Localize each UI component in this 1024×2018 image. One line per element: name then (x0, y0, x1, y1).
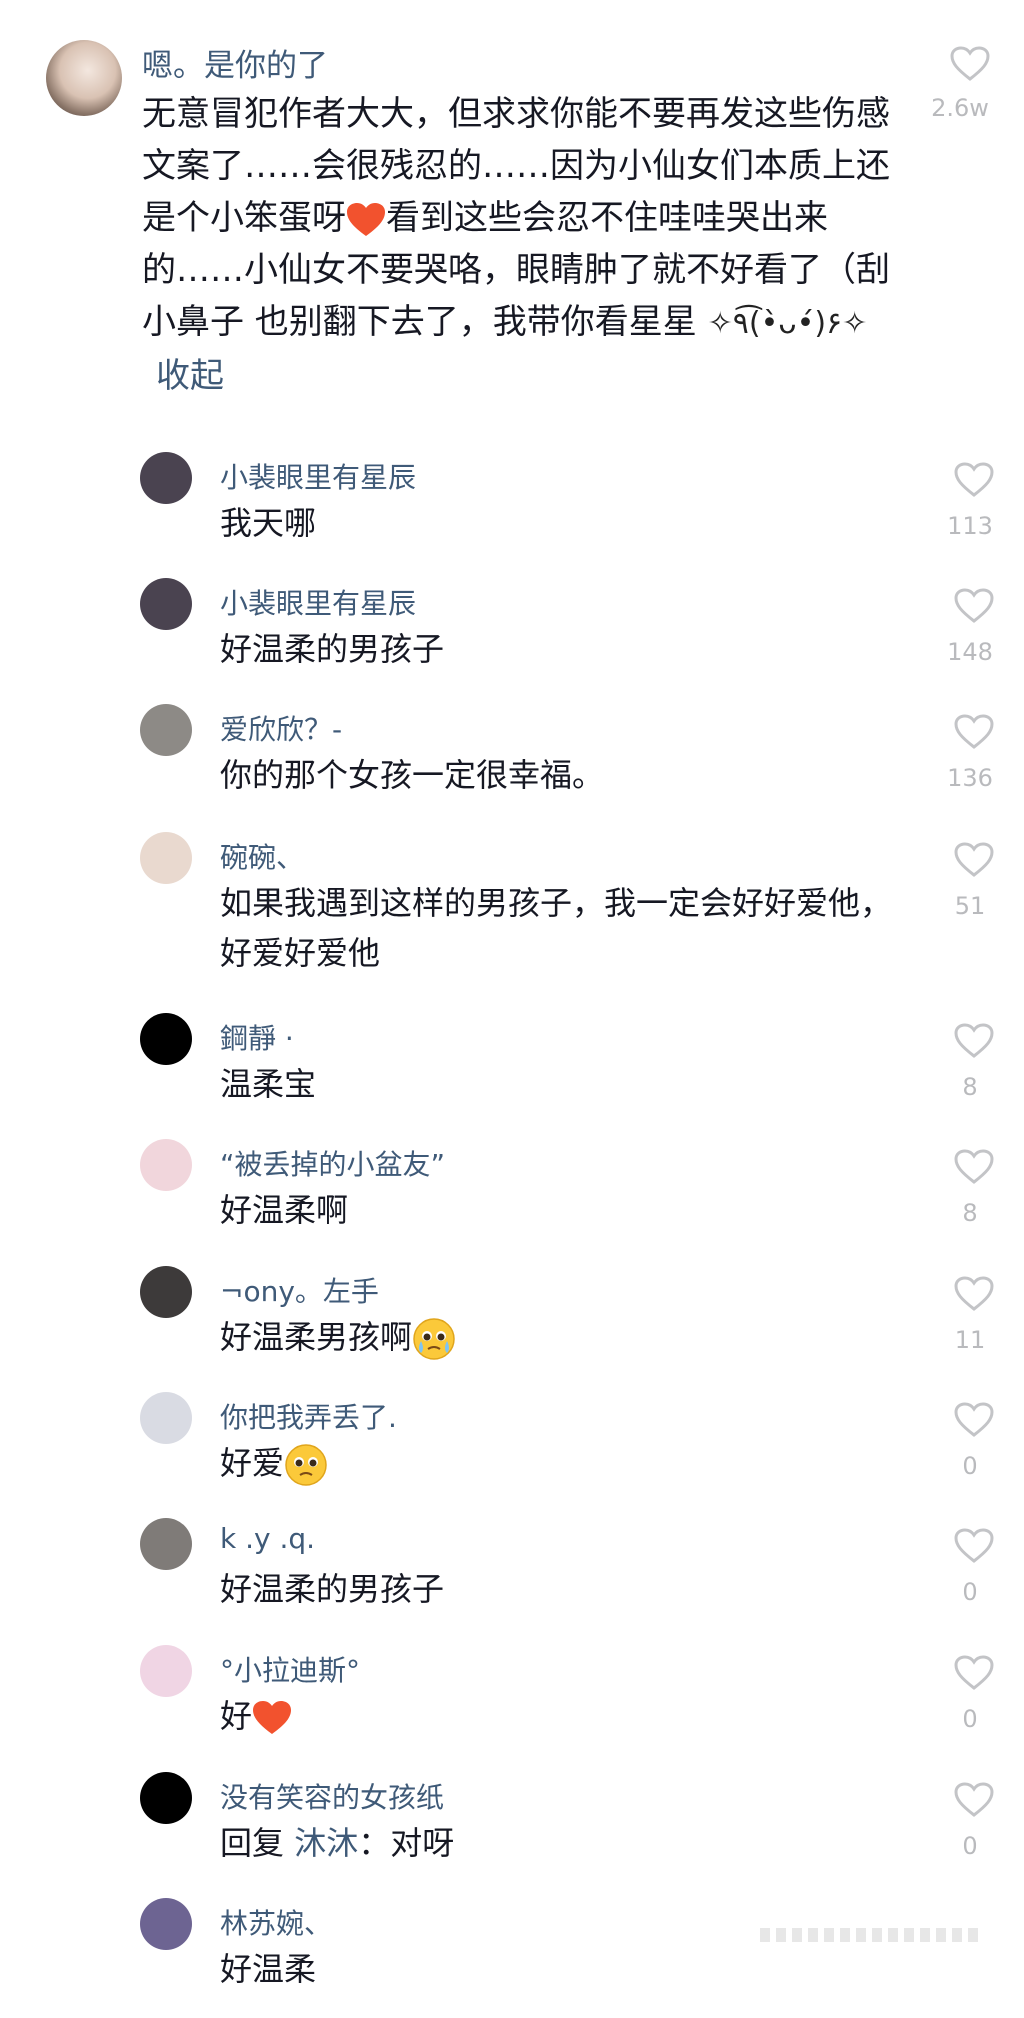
reply-item: 你把我弄丢了. 好爱 0 (0, 1392, 1024, 1512)
reply-avatar[interactable] (140, 452, 192, 504)
reply-avatar[interactable] (140, 1013, 192, 1065)
main-comment-text: 无意冒犯作者大大，但求求你能不要再发这些伤感文案了……会很残忍的……因为小仙女们… (142, 94, 890, 396)
reply-text: 我天哪 (220, 504, 317, 542)
heart-outline-icon[interactable] (950, 46, 990, 82)
reply-avatar[interactable] (140, 1772, 192, 1824)
reply-author[interactable]: 小裴眼里有星辰 (220, 582, 416, 622)
heart-outline-icon[interactable] (954, 714, 994, 754)
reply-avatar[interactable] (140, 832, 192, 884)
reply-avatar[interactable] (140, 1645, 192, 1697)
reply-author[interactable]: ¬ony。左手 (220, 1270, 379, 1310)
heart-outline-icon[interactable] (954, 1402, 994, 1442)
red-heart-emoji (253, 1701, 292, 1734)
like-count: 148 (947, 638, 993, 666)
reply-item: 小裴眼里有星辰 我天哪 113 (0, 452, 1024, 572)
reply-avatar[interactable] (140, 1139, 192, 1191)
reply-text: 如果我遇到这样的男孩子，我一定会好好爱他，好爱好爱他 (220, 884, 893, 972)
like-count: 8 (962, 1073, 978, 1101)
like-count: 11 (954, 1326, 986, 1354)
main-comment-author[interactable]: 嗯。是你的了 (142, 40, 328, 85)
reply-avatar[interactable] (140, 1392, 192, 1444)
heart-outline-icon[interactable] (954, 588, 994, 628)
reply-author[interactable]: 碗碗、 (220, 836, 304, 876)
like-count: 136 (947, 764, 993, 792)
reply-author[interactable]: “被丢掉的小盆友” (220, 1143, 445, 1183)
reply-item: °小拉迪斯° 好 0 (0, 1645, 1024, 1765)
reply-avatar[interactable] (140, 1518, 192, 1570)
reply-text: 回复 沐沐：对呀 (220, 1824, 455, 1862)
like-count: 51 (954, 892, 986, 920)
reply-item: 小裴眼里有星辰 好温柔的男孩子 148 (0, 578, 1024, 698)
like-count: 0 (962, 1452, 978, 1480)
sparkle-kaomoji: ✧٩͡(•̀ᴗ•́)۶✧ (707, 306, 868, 341)
reply-author[interactable]: 林苏婉、 (220, 1902, 332, 1942)
reply-item: “被丢掉的小盆友” 好温柔啊 8 (0, 1139, 1024, 1259)
pleading-face-emoji (285, 1444, 327, 1486)
heart-outline-icon[interactable] (954, 1528, 994, 1568)
reply-avatar[interactable] (140, 1898, 192, 1950)
heart-outline-icon[interactable] (954, 1276, 994, 1316)
reply-item: 没有笑容的女孩纸 回复 沐沐：对呀 0 (0, 1772, 1024, 1892)
watermark (760, 1928, 980, 1942)
reply-avatar[interactable] (140, 704, 192, 756)
reply-text: 好温柔男孩啊 (220, 1312, 910, 1362)
reply-text: 好爱 (220, 1438, 910, 1488)
reply-author[interactable]: °小拉迪斯° (220, 1649, 360, 1689)
reply-text: 你的那个女孩一定很幸福。 (220, 756, 605, 794)
heart-outline-icon[interactable] (954, 1655, 994, 1695)
heart-outline-icon[interactable] (954, 1149, 994, 1189)
like-count: 0 (962, 1832, 978, 1860)
reply-author[interactable]: 你把我弄丢了. (220, 1396, 397, 1436)
main-comment-avatar[interactable] (46, 40, 122, 116)
reply-item: 鋼靜 · 温柔宝 8 (0, 1013, 1024, 1133)
reply-item: k .y .q. 好温柔的男孩子 0 (0, 1518, 1024, 1638)
reply-text: 好温柔 (220, 1950, 317, 1988)
red-heart-emoji (347, 202, 385, 236)
heart-outline-icon[interactable] (954, 1782, 994, 1822)
like-count: 8 (962, 1199, 978, 1227)
reply-item: 碗碗、如果我遇到这样的男孩子，我一定会好好爱他，好爱好爱他 51 (0, 832, 1024, 972)
reply-text: 好温柔的男孩子 (220, 1570, 445, 1608)
reply-author[interactable]: 小裴眼里有星辰 (220, 456, 416, 496)
like-count: 113 (947, 512, 993, 540)
like-count: 0 (962, 1578, 978, 1606)
reply-text: 好温柔的男孩子 (220, 630, 445, 668)
reply-author[interactable]: 没有笑容的女孩纸 (220, 1776, 444, 1816)
heart-outline-icon[interactable] (954, 462, 994, 502)
reply-author[interactable]: 鋼靜 · (220, 1017, 294, 1057)
reply-text: 温柔宝 (220, 1065, 317, 1103)
reply-text: 好 (220, 1691, 910, 1741)
collapse-button[interactable]: 收起 (156, 356, 224, 396)
reply-item: 林苏婉、 好温柔 (0, 1898, 1024, 2018)
reply-item: 爱欣欣？- 你的那个女孩一定很幸福。 136 (0, 704, 1024, 824)
reply-author[interactable]: k .y .q. (220, 1522, 315, 1555)
reply-avatar[interactable] (140, 578, 192, 630)
reply-avatar[interactable] (140, 1266, 192, 1318)
reply-text: 好温柔啊 (220, 1191, 349, 1229)
heart-outline-icon[interactable] (954, 842, 994, 882)
reply-author[interactable]: 爱欣欣？- (220, 708, 342, 748)
like-count: 0 (962, 1705, 978, 1733)
reply-to-user[interactable]: 沐沐 (294, 1824, 358, 1862)
crying-face-emoji (413, 1318, 455, 1360)
reply-item: ¬ony。左手 好温柔男孩啊 11 (0, 1266, 1024, 1386)
heart-outline-icon[interactable] (954, 1023, 994, 1063)
like-count: 2.6w (931, 94, 989, 122)
